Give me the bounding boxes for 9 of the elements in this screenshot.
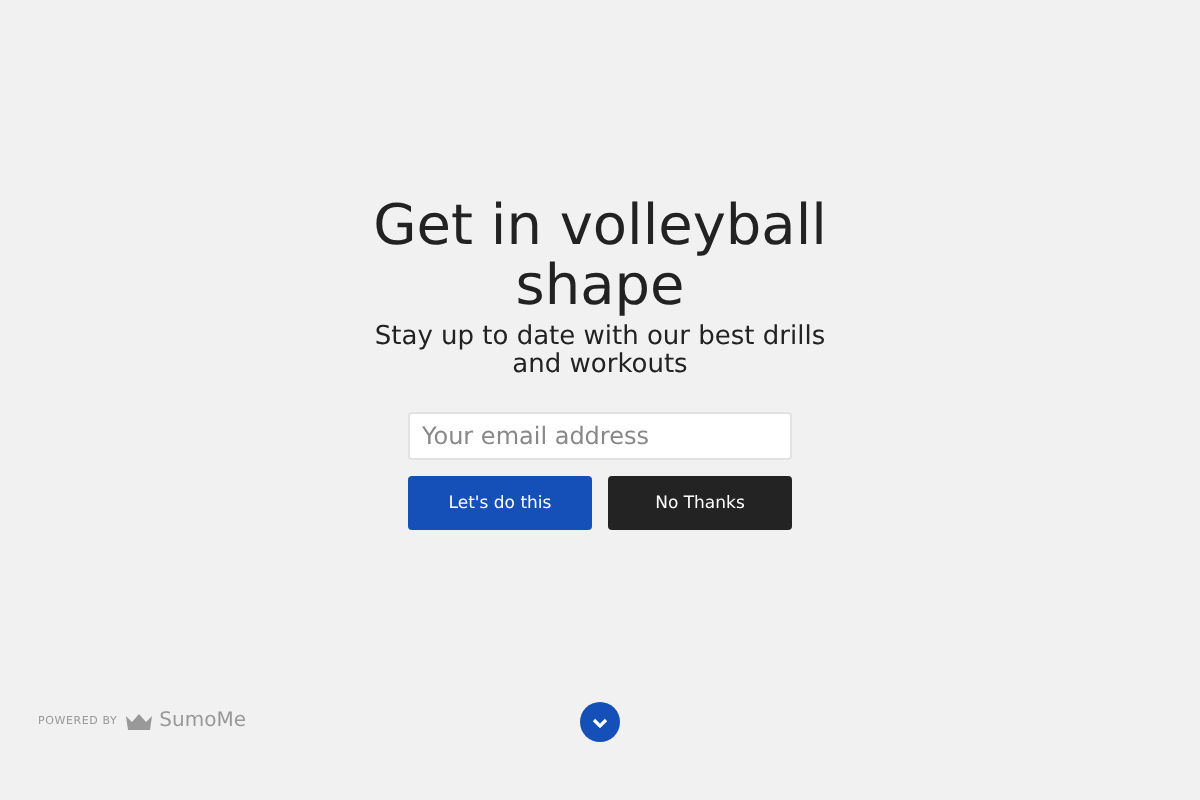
chevron-down-icon <box>592 717 608 727</box>
popup-subtitle: Stay up to date with our best drills and workouts <box>372 324 828 380</box>
submit-button[interactable]: Let's do this <box>408 476 592 530</box>
crown-icon <box>125 713 152 729</box>
email-field[interactable]: Your email address <box>408 412 792 460</box>
scroll-down-button[interactable] <box>580 702 620 742</box>
brand-name: SumoMe <box>159 710 246 732</box>
popup-title: Get in volleyball shape <box>371 196 829 316</box>
dismiss-button[interactable]: No Thanks <box>608 476 792 530</box>
